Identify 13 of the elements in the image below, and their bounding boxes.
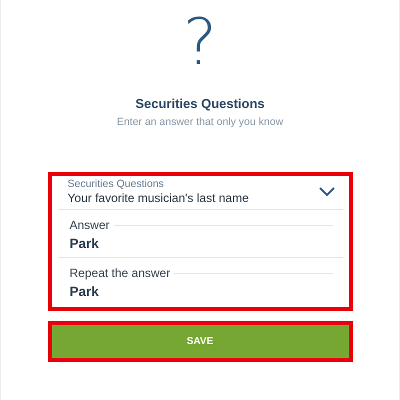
question-select[interactable]: Securities Questions Your favorite musician's last name xyxy=(58,176,342,210)
chevron-down-icon xyxy=(318,186,334,196)
page-subtitle: Enter an answer that only you know xyxy=(116,116,284,128)
select-value: Your favorite musician's last name xyxy=(68,191,250,205)
field-value: Park xyxy=(70,236,100,251)
input-field[interactable]: Answer Park xyxy=(58,210,342,258)
field-label: Answer xyxy=(70,218,110,232)
input-field[interactable]: Repeat the answer Park xyxy=(58,258,342,307)
page-title: Securities Questions xyxy=(135,96,265,111)
question-mark-icon: ? xyxy=(183,8,217,78)
field-label: Repeat the answer xyxy=(70,266,170,280)
select-label: Securities Questions xyxy=(68,178,165,190)
field-value: Park xyxy=(70,284,100,299)
